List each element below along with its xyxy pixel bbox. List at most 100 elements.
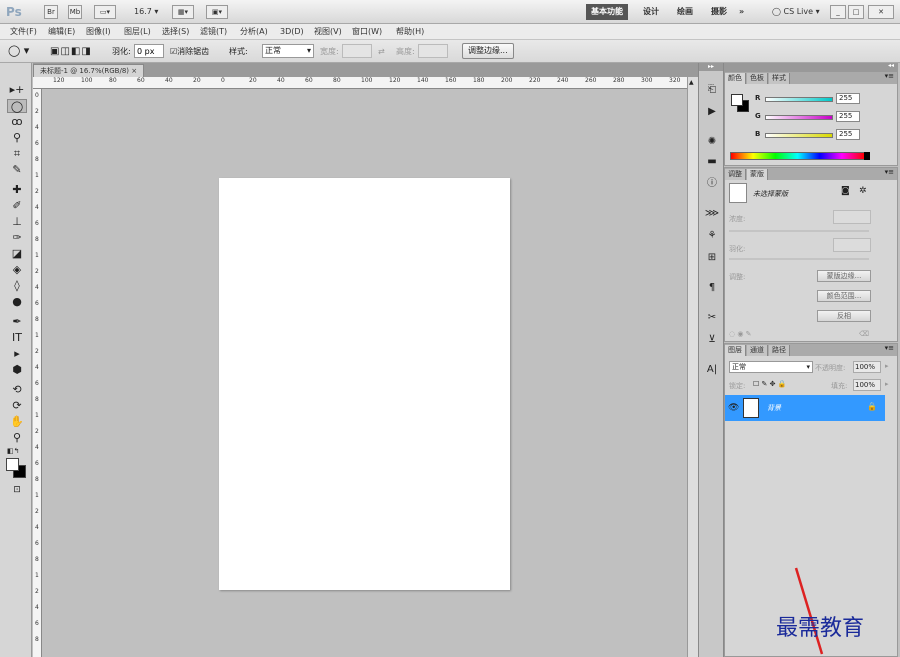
lock-icons[interactable]: ☐ ✎ ✥ 🔒: [753, 380, 786, 388]
spectrum-black-swatch[interactable]: [864, 152, 870, 160]
mask-feather-input[interactable]: [833, 238, 871, 252]
tool-presets-icon[interactable]: ⊞: [704, 251, 720, 265]
crop-tool-icon[interactable]: ⌗: [7, 147, 27, 161]
tab-layers[interactable]: 图层: [725, 345, 746, 356]
clone-stamp-tool-icon[interactable]: ⊥: [7, 215, 27, 229]
opacity-input[interactable]: 100%: [853, 361, 881, 373]
menu-analysis[interactable]: 分析(A): [240, 26, 268, 38]
tab-swatches[interactable]: 色板: [747, 73, 768, 84]
width-input[interactable]: [342, 44, 372, 58]
character-panel-icon[interactable]: A|: [704, 363, 720, 377]
color-spectrum-bar[interactable]: [730, 152, 865, 160]
close-window-button[interactable]: ✕: [868, 5, 894, 19]
dodge-tool-icon[interactable]: ●: [7, 295, 27, 309]
pen-tool-icon[interactable]: ✒: [7, 315, 27, 329]
3d-orbit-tool-icon[interactable]: ⟳: [7, 399, 27, 413]
clone-source-icon[interactable]: ⚘: [704, 229, 720, 243]
navigator-icon[interactable]: ▬: [704, 155, 720, 169]
elliptical-marquee-tool-icon[interactable]: ◯: [7, 99, 27, 113]
document-canvas[interactable]: [219, 178, 510, 590]
style-select[interactable]: 正常 ▾: [262, 44, 314, 58]
r-slider[interactable]: [765, 97, 833, 102]
eyedropper-tool-icon[interactable]: ✎: [7, 163, 27, 177]
workspace-painting[interactable]: 绘画: [672, 4, 698, 20]
blend-mode-select[interactable]: 正常 ▾: [729, 361, 813, 373]
fill-input[interactable]: 100%: [853, 379, 881, 391]
scroll-up-icon[interactable]: ▲: [689, 79, 694, 86]
horizontal-ruler[interactable]: 120 100 80 60 40 20 0 20 40 60 80 100 120 140 160 180 20…: [41, 77, 691, 89]
brush-tool-icon[interactable]: ✐: [7, 199, 27, 213]
quick-selection-tool-icon[interactable]: ⚲: [7, 131, 27, 145]
tab-masks[interactable]: 蒙版: [747, 169, 768, 180]
info-panel-icon[interactable]: ⓘ: [704, 177, 720, 191]
minimize-button[interactable]: _: [830, 5, 846, 19]
b-slider[interactable]: [765, 133, 833, 138]
density-slider[interactable]: [729, 230, 869, 232]
menu-image[interactable]: 图像(I): [86, 26, 111, 38]
menu-3d[interactable]: 3D(D): [280, 26, 304, 38]
invert-button[interactable]: 反相: [817, 310, 871, 322]
pixel-mask-icon[interactable]: ◙: [841, 186, 850, 196]
color-panel-foreground[interactable]: [731, 94, 743, 106]
3d-rotate-tool-icon[interactable]: ⟲: [7, 383, 27, 397]
menu-help[interactable]: 帮助(H): [396, 26, 424, 38]
workspace-essentials[interactable]: 基本功能: [586, 4, 628, 20]
minibridge-button[interactable]: Mb: [68, 5, 82, 19]
tool-preset-picker[interactable]: ◯ ▾: [8, 44, 40, 59]
vector-mask-icon[interactable]: ✲: [859, 186, 867, 196]
tab-color[interactable]: 颜色: [725, 73, 746, 84]
menu-layer[interactable]: 图层(L): [124, 26, 151, 38]
menu-filter[interactable]: 滤镜(T): [200, 26, 227, 38]
brush-panel-icon[interactable]: ⋙: [704, 207, 720, 221]
history-panel-icon[interactable]: ⎗: [704, 83, 720, 97]
hand-tool-icon[interactable]: ✋: [7, 415, 27, 429]
antialias-checkbox[interactable]: ☑消除锯齿: [170, 46, 209, 58]
vertical-ruler[interactable]: 0 2 4 6 8 1 2 4 6 8 1 2 4 6 8 1 2 4 6 8 1 2 4 6 8 1 2 4 6 8 1 2 4 6 8: [33, 89, 42, 657]
layer-row-background[interactable]: 👁 背景 🔒: [725, 395, 885, 421]
view-extras-button[interactable]: ▭▾: [94, 5, 116, 19]
3d-panel-icon[interactable]: ✂: [704, 311, 720, 325]
menu-window[interactable]: 窗口(W): [352, 26, 382, 38]
lasso-tool-icon[interactable]: ꝏ: [7, 115, 27, 129]
workspace-design[interactable]: 设计: [638, 4, 664, 20]
close-icon[interactable]: ×: [131, 67, 137, 75]
document-tab[interactable]: 未标题-1 @ 16.7%(RGB/8) ×: [33, 64, 145, 77]
refine-edge-button[interactable]: 调整边缘...: [462, 43, 514, 59]
bridge-button[interactable]: Br: [44, 5, 58, 19]
height-input[interactable]: [418, 44, 448, 58]
move-tool-icon[interactable]: ▸+: [7, 83, 27, 97]
history-brush-tool-icon[interactable]: ✑: [7, 231, 27, 245]
tab-paths[interactable]: 路径: [769, 345, 790, 356]
actions-panel-icon[interactable]: ▶: [704, 105, 720, 119]
menu-edit[interactable]: 编辑(E): [48, 26, 75, 38]
zoom-level-dropdown[interactable]: 16.7 ▾: [134, 6, 158, 18]
workspace-photography[interactable]: 摄影: [706, 4, 732, 20]
selection-mode-buttons[interactable]: ▣◫◧◨: [50, 45, 100, 58]
panel-menu-icon[interactable]: ▾≡: [885, 168, 894, 176]
swap-icon[interactable]: ⇄: [378, 46, 385, 58]
cs-live-button[interactable]: ◯ CS Live ▾: [772, 6, 820, 18]
mask-footer-icons[interactable]: ◌ ◉ ✎: [729, 330, 752, 338]
quick-mask-icon[interactable]: ⊡: [7, 483, 27, 497]
eraser-tool-icon[interactable]: ◪: [7, 247, 27, 261]
delete-mask-icon[interactable]: ⌫: [859, 330, 869, 338]
blur-tool-icon[interactable]: ◊: [7, 279, 27, 293]
screen-mode-button[interactable]: ▣▾: [206, 5, 228, 19]
collapse-dock-icon[interactable]: ▸▸: [699, 63, 723, 71]
tab-channels[interactable]: 通道: [747, 345, 768, 356]
r-value[interactable]: 255: [836, 93, 860, 104]
color-range-button[interactable]: 颜色范围...: [817, 290, 871, 302]
eye-icon[interactable]: 👁: [728, 403, 739, 413]
vertical-scrollbar[interactable]: ▲: [687, 77, 698, 657]
zoom-tool-icon[interactable]: ⚲: [7, 431, 27, 445]
mask-feather-slider[interactable]: [729, 258, 869, 260]
default-colors-icon[interactable]: ◧↰: [7, 447, 19, 455]
brush-presets-icon[interactable]: ✺: [704, 135, 720, 149]
mask-edge-button[interactable]: 蒙版边缘...: [817, 270, 871, 282]
paint-bucket-tool-icon[interactable]: ◈: [7, 263, 27, 277]
tab-styles[interactable]: 样式: [769, 73, 790, 84]
menu-file[interactable]: 文件(F): [10, 26, 37, 38]
foreground-color-swatch[interactable]: [6, 458, 19, 471]
density-input[interactable]: [833, 210, 871, 224]
panel-menu-icon[interactable]: ▾≡: [885, 344, 894, 352]
